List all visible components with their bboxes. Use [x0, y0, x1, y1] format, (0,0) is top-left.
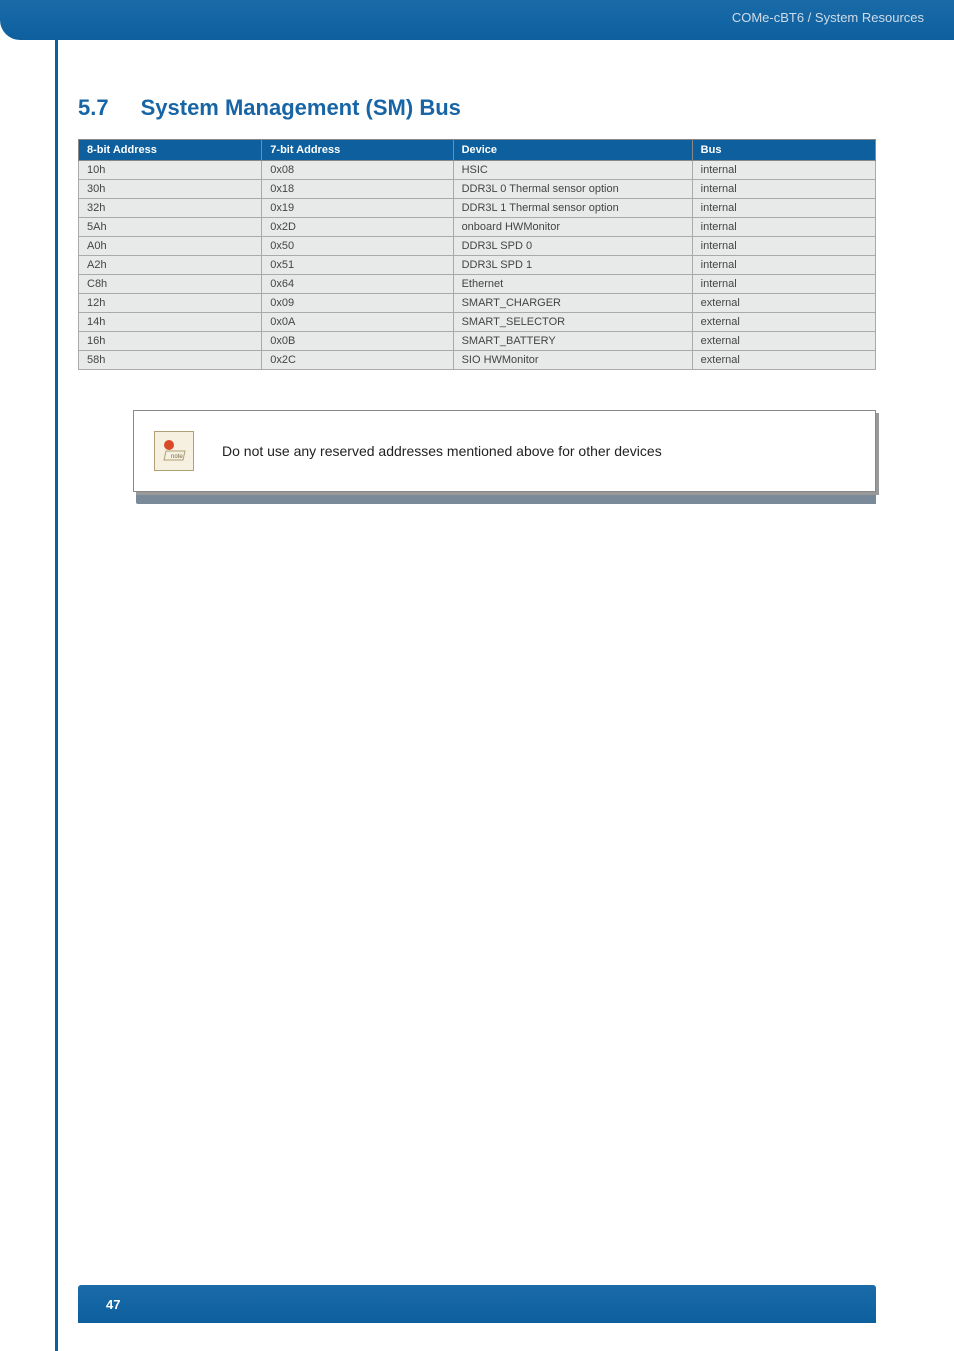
breadcrumb: COMe-cBT6 / System Resources: [732, 10, 924, 25]
th-device: Device: [453, 140, 692, 161]
cell-8bit: A0h: [79, 237, 262, 256]
table-row: 58h0x2CSIO HWMonitorexternal: [79, 351, 876, 370]
section-number: 5.7: [78, 95, 109, 121]
cell-7bit: 0x18: [262, 180, 453, 199]
cell-7bit: 0x0B: [262, 332, 453, 351]
table-row: A2h0x51DDR3L SPD 1internal: [79, 256, 876, 275]
page-header: COMe-cBT6 / System Resources: [0, 0, 954, 40]
cell-8bit: 32h: [79, 199, 262, 218]
table-row: 16h0x0BSMART_BATTERYexternal: [79, 332, 876, 351]
left-margin-rule: [55, 40, 58, 1351]
cell-device: DDR3L 0 Thermal sensor option: [453, 180, 692, 199]
cell-8bit: 14h: [79, 313, 262, 332]
cell-bus: external: [692, 332, 875, 351]
cell-bus: internal: [692, 180, 875, 199]
table-row: A0h0x50DDR3L SPD 0internal: [79, 237, 876, 256]
cell-bus: internal: [692, 256, 875, 275]
cell-8bit: 5Ah: [79, 218, 262, 237]
cell-7bit: 0x08: [262, 161, 453, 180]
note-text: Do not use any reserved addresses mentio…: [222, 443, 662, 459]
cell-7bit: 0x0A: [262, 313, 453, 332]
cell-7bit: 0x2D: [262, 218, 453, 237]
table-row: C8h0x64Ethernetinternal: [79, 275, 876, 294]
cell-bus: external: [692, 351, 875, 370]
cell-bus: internal: [692, 161, 875, 180]
note-inner: note Do not use any reserved addresses m…: [134, 411, 875, 491]
cell-7bit: 0x2C: [262, 351, 453, 370]
table-row: 10h0x08HSICinternal: [79, 161, 876, 180]
cell-device: DDR3L 1 Thermal sensor option: [453, 199, 692, 218]
cell-7bit: 0x51: [262, 256, 453, 275]
sm-bus-table: 8-bit Address 7-bit Address Device Bus 1…: [78, 139, 876, 370]
table-row: 12h0x09SMART_CHARGERexternal: [79, 294, 876, 313]
cell-7bit: 0x64: [262, 275, 453, 294]
cell-8bit: 10h: [79, 161, 262, 180]
cell-bus: internal: [692, 237, 875, 256]
note-icon: note: [154, 431, 194, 471]
cell-device: DDR3L SPD 1: [453, 256, 692, 275]
page-content: 5.7 System Management (SM) Bus 8-bit Add…: [0, 40, 954, 504]
page-footer: 47: [78, 1285, 876, 1323]
th-bus: Bus: [692, 140, 875, 161]
table-row: 30h0x18DDR3L 0 Thermal sensor optioninte…: [79, 180, 876, 199]
section-title: System Management (SM) Bus: [141, 95, 461, 121]
cell-device: SMART_SELECTOR: [453, 313, 692, 332]
cell-bus: internal: [692, 218, 875, 237]
table-row: 14h0x0ASMART_SELECTORexternal: [79, 313, 876, 332]
cell-7bit: 0x50: [262, 237, 453, 256]
page-number: 47: [106, 1297, 120, 1312]
th-7bit-address: 7-bit Address: [262, 140, 453, 161]
table-row: 5Ah0x2Donboard HWMonitorinternal: [79, 218, 876, 237]
cell-device: HSIC: [453, 161, 692, 180]
cell-8bit: A2h: [79, 256, 262, 275]
cell-bus: external: [692, 313, 875, 332]
cell-device: onboard HWMonitor: [453, 218, 692, 237]
cell-8bit: C8h: [79, 275, 262, 294]
table-header-row: 8-bit Address 7-bit Address Device Bus: [79, 140, 876, 161]
th-8bit-address: 8-bit Address: [79, 140, 262, 161]
cell-bus: internal: [692, 199, 875, 218]
cell-bus: external: [692, 294, 875, 313]
cell-device: Ethernet: [453, 275, 692, 294]
cell-8bit: 12h: [79, 294, 262, 313]
svg-text:note: note: [171, 454, 183, 460]
cell-device: SIO HWMonitor: [453, 351, 692, 370]
note-shadow: [136, 490, 876, 504]
table-row: 32h0x19DDR3L 1 Thermal sensor optioninte…: [79, 199, 876, 218]
cell-7bit: 0x09: [262, 294, 453, 313]
cell-bus: internal: [692, 275, 875, 294]
cell-8bit: 30h: [79, 180, 262, 199]
cell-device: SMART_CHARGER: [453, 294, 692, 313]
cell-device: DDR3L SPD 0: [453, 237, 692, 256]
section-heading: 5.7 System Management (SM) Bus: [78, 95, 876, 121]
note-callout: note Do not use any reserved addresses m…: [133, 410, 876, 492]
cell-7bit: 0x19: [262, 199, 453, 218]
cell-8bit: 58h: [79, 351, 262, 370]
cell-8bit: 16h: [79, 332, 262, 351]
cell-device: SMART_BATTERY: [453, 332, 692, 351]
